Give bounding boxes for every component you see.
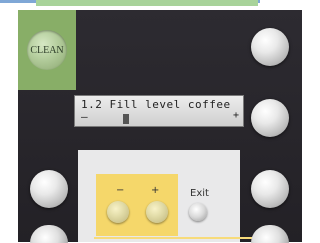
exit-label: Exit [190,188,209,199]
increase-button[interactable] [146,201,168,223]
middle-right-button[interactable] [251,99,289,137]
lcd-plus-symbol: + [233,110,240,121]
decrease-button[interactable] [107,201,129,223]
clean-button[interactable]: CLEAN [27,30,67,70]
top-right-button[interactable] [251,28,289,66]
top-strip [0,0,302,8]
lcd-menu-text: 1.2 Fill level coffee [81,98,231,111]
lcd-minus-symbol: – [81,110,88,123]
lcd-display: 1.2 Fill level coffee – + [74,95,244,127]
bottom-left-button[interactable] [30,170,68,208]
minus-label: − [116,185,125,196]
fill-level-slider-marker [123,114,129,124]
bottom-right-button[interactable] [251,170,289,208]
top-strip-green [36,0,258,6]
exit-button[interactable] [189,203,207,221]
clean-button-label: CLEAN [30,44,64,56]
plus-label: + [151,185,160,196]
adjust-highlight-line [94,237,270,239]
